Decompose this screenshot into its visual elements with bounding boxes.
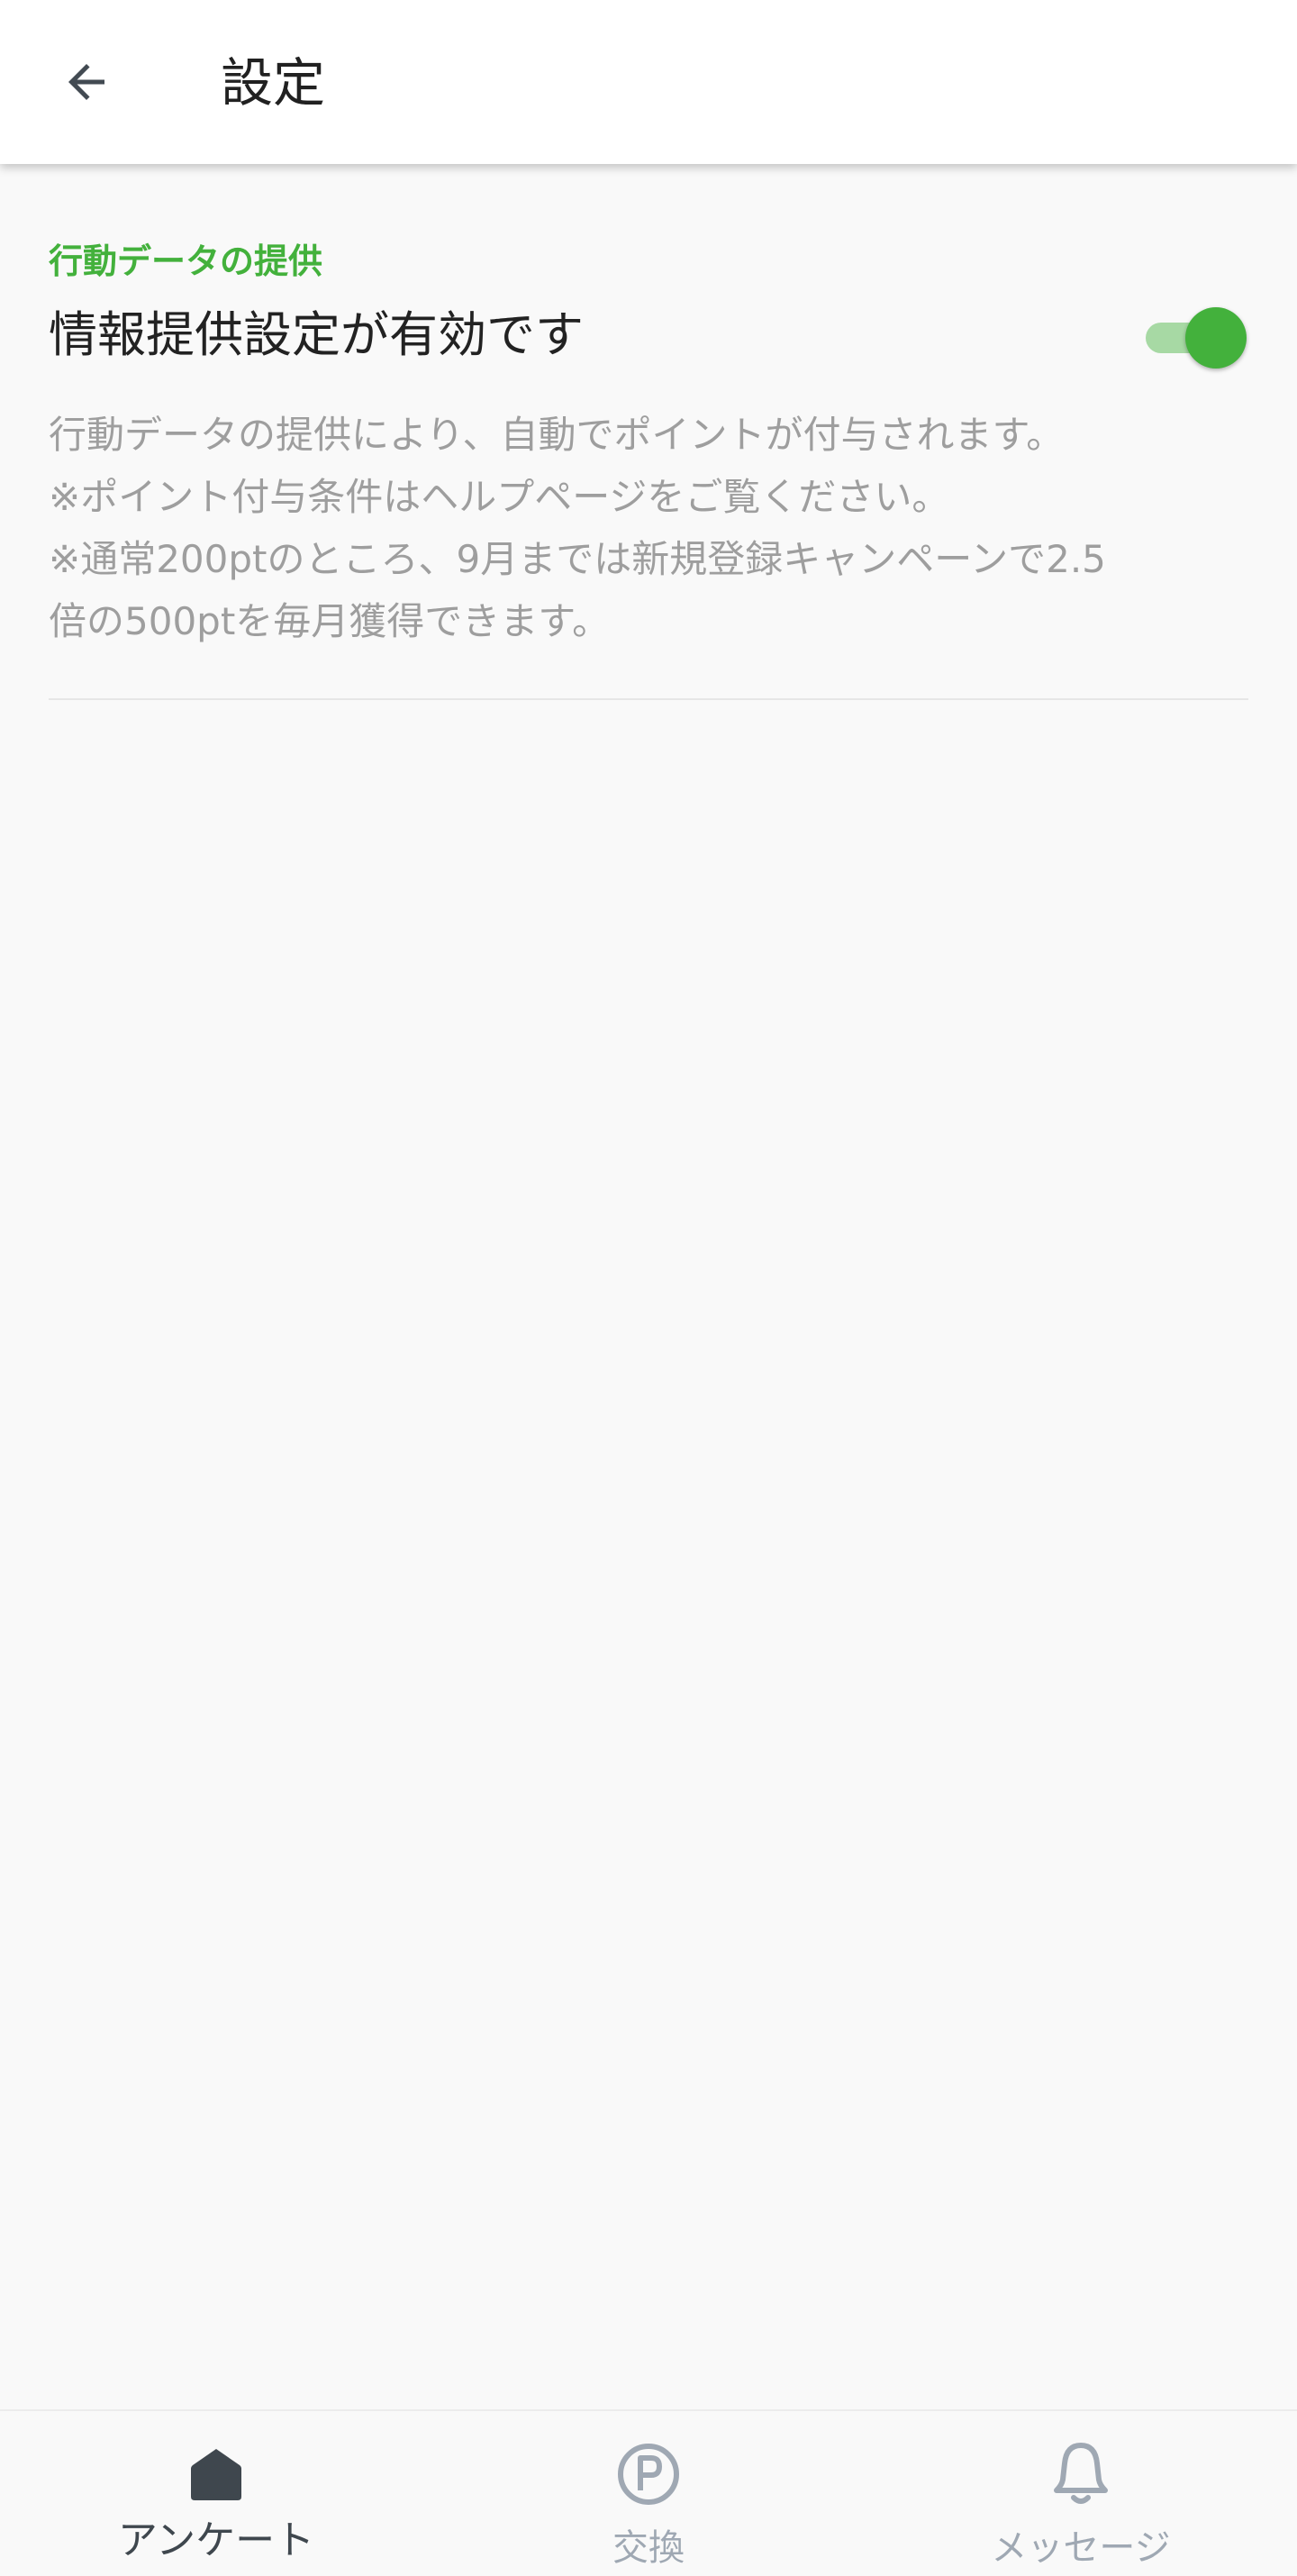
page-title: 設定 xyxy=(221,52,326,114)
nav-item-exchange[interactable]: 交換 xyxy=(432,2411,865,2576)
points-icon xyxy=(612,2438,685,2510)
nav-item-survey[interactable]: アンケート xyxy=(0,2411,432,2576)
description-line: 倍の500ptを毎月獲得できます。 xyxy=(49,599,611,643)
info-provision-toggle[interactable] xyxy=(1131,304,1248,370)
settings-section: 行動データの提供 情報提供設定が有効です 行動データの提供により、自動でポイント… xyxy=(49,225,1248,652)
setting-row-info-provision: 情報提供設定が有効です xyxy=(49,297,1248,404)
app-bar: 設定 xyxy=(0,0,1297,164)
back-button[interactable] xyxy=(40,37,133,127)
description-line: 行動データの提供により、自動でポイントが付与されます。 xyxy=(49,413,1065,457)
description-line: ※ポイント付与条件はヘルプページをご覧ください。 xyxy=(49,475,950,519)
nav-label-survey: アンケート xyxy=(117,2517,315,2563)
nav-label-messages: メッセージ xyxy=(991,2527,1171,2569)
setting-description: 行動データの提供により、自動でポイントが付与されます。 ※ポイント付与条件はヘル… xyxy=(49,404,1248,652)
bottom-nav: アンケート 交換 メッセージ xyxy=(0,2409,1297,2576)
nav-item-messages[interactable]: メッセージ xyxy=(865,2411,1297,2576)
bell-icon xyxy=(1045,2438,1117,2510)
arrow-back-icon xyxy=(68,64,104,100)
toggle-thumb xyxy=(1185,307,1247,369)
home-icon xyxy=(180,2438,252,2510)
description-line: ※通常200ptのところ、9月までは新規登録キャンペーンで2.5 xyxy=(49,537,1106,581)
divider xyxy=(49,698,1248,700)
setting-title: 情報提供設定が有効です xyxy=(49,306,584,363)
nav-label-exchange: 交換 xyxy=(612,2527,685,2569)
section-header: 行動データの提供 xyxy=(49,241,323,281)
